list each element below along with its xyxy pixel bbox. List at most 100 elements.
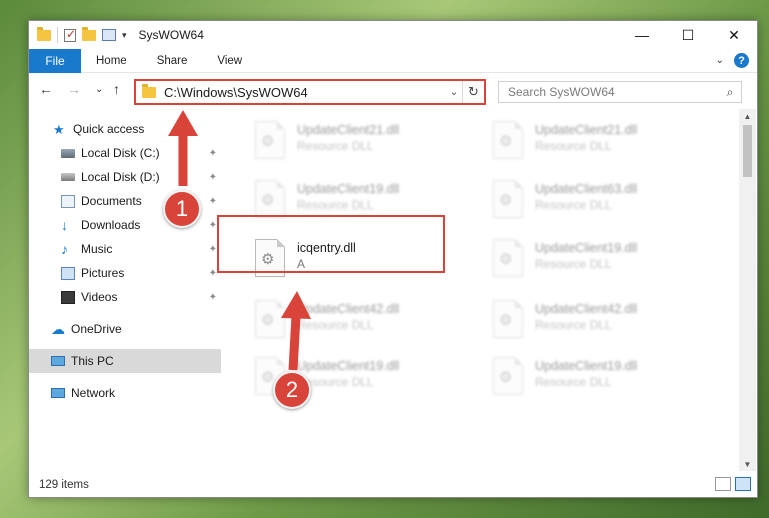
star-icon: ★	[53, 121, 65, 137]
close-button[interactable]: ✕	[711, 21, 757, 49]
gear-icon: ⚙	[499, 312, 513, 329]
computer-icon	[51, 356, 65, 366]
large-icons-view-icon[interactable]	[735, 477, 751, 491]
details-view-icon[interactable]	[715, 477, 731, 491]
file-type: Resource DLL	[535, 375, 612, 389]
file-name: UpdateClient21.dll	[535, 123, 638, 137]
callout-1: 1	[163, 190, 201, 228]
help-icon[interactable]: ?	[734, 53, 749, 68]
file-name: UpdateClient19.dll	[535, 241, 638, 255]
gear-icon: ⚙	[499, 192, 513, 209]
file-type: Resource DLL	[297, 375, 374, 389]
tab-view[interactable]: View	[202, 55, 257, 67]
file-type: Resource DLL	[535, 318, 612, 332]
dll-file-icon: ⚙	[255, 121, 285, 159]
file-item[interactable]: ⚙ UpdateClient19.dll Resource DLL	[485, 353, 705, 405]
nav-item-pictures[interactable]: Pictures ✦	[29, 261, 221, 285]
search-box[interactable]: ⌕	[498, 81, 742, 103]
address-row: ← → ⌄ ↑ C:\Windows\SysWOW64 ⌄ ↻ ⌕	[29, 77, 757, 107]
file-name: UpdateClient19.dll	[297, 359, 400, 373]
nav-item-label: Pictures	[81, 266, 125, 280]
gear-icon: ⚙	[499, 133, 513, 150]
scrollbar-thumb[interactable]	[743, 125, 752, 177]
nav-item-network[interactable]: Network	[29, 381, 221, 405]
nav-item-label: Local Disk (C:)	[81, 146, 160, 160]
file-item[interactable]: ⚙ UpdateClient19.dll Resource DLL	[485, 235, 705, 287]
ribbon-right-controls: ⌄ ?	[716, 53, 749, 68]
address-bar[interactable]: C:\Windows\SysWOW64 ⌄ ↻	[134, 79, 486, 105]
address-dropdown-icon[interactable]: ⌄	[446, 87, 462, 98]
file-list: ⚙ UpdateClient21.dll Resource DLL ⚙ Updat…	[225, 113, 739, 461]
gear-icon: ⚙	[261, 133, 275, 150]
nav-item-this-pc[interactable]: This PC	[29, 349, 221, 373]
file-name: UpdateClient19.dll	[535, 359, 638, 373]
recent-locations-button[interactable]: ⌄	[95, 84, 103, 95]
customize-toolbar-icon[interactable]: ▾	[122, 30, 127, 41]
tab-file[interactable]: File	[29, 48, 81, 73]
title-bar: ▾ SysWOW64 — ☐ ✕	[29, 21, 757, 49]
scroll-down-icon[interactable]: ▼	[739, 457, 756, 471]
minimize-button[interactable]: —	[619, 21, 665, 49]
gear-icon: ⚙	[261, 312, 275, 329]
file-item[interactable]: ⚙ UpdateClient42.dll Resource DLL	[247, 296, 467, 348]
nav-item-videos[interactable]: Videos ✦	[29, 285, 221, 309]
maximize-button[interactable]: ☐	[665, 21, 711, 49]
nav-item-local-disk-c[interactable]: Local Disk (C:) ✦	[29, 141, 221, 165]
properties-icon[interactable]	[102, 29, 116, 41]
callout-2: 2	[273, 371, 311, 409]
nav-item-label: Local Disk (D:)	[81, 170, 160, 184]
drive-icon	[61, 173, 75, 181]
status-bar: 129 items	[29, 473, 757, 497]
properties-check-icon[interactable]	[64, 27, 76, 42]
dll-file-icon: ⚙	[493, 121, 523, 159]
file-type: Resource DLL	[297, 139, 374, 153]
quick-access-toolbar: ▾	[29, 26, 127, 43]
tab-home[interactable]: Home	[81, 55, 142, 67]
pin-icon: ✦	[208, 171, 217, 183]
search-icon[interactable]: ⌕	[719, 85, 741, 100]
gear-icon: ⚙	[499, 369, 513, 386]
nav-item-label: Quick access	[73, 122, 145, 136]
gear-icon: ⚙	[499, 251, 513, 268]
pin-icon: ✦	[208, 147, 217, 159]
gear-icon: ⚙	[261, 369, 275, 386]
scroll-up-icon[interactable]: ▲	[739, 109, 756, 123]
new-folder-icon[interactable]	[82, 26, 96, 41]
file-item[interactable]: ⚙ UpdateClient42.dll Resource DLL	[485, 296, 705, 348]
nav-item-onedrive[interactable]: ☁ OneDrive	[29, 317, 221, 341]
file-item[interactable]: ⚙ UpdateClient63.dll Resource DLL	[485, 176, 705, 228]
nav-item-label: Music	[81, 242, 113, 256]
dll-file-icon: ⚙	[493, 357, 523, 395]
folder-icon	[37, 26, 51, 41]
forward-button[interactable]: →	[67, 81, 81, 97]
gear-icon: ⚙	[261, 192, 275, 209]
back-button[interactable]: ←	[39, 81, 53, 97]
address-path[interactable]: C:\Windows\SysWOW64	[164, 85, 446, 100]
download-icon: ↓	[61, 216, 68, 233]
nav-item-music[interactable]: ♪ Music ✦	[29, 237, 221, 261]
dll-file-icon: ⚙	[493, 180, 523, 218]
dll-file-icon: ⚙	[255, 180, 285, 218]
nav-item-quick-access[interactable]: ★ Quick access	[29, 117, 221, 141]
drive-icon	[61, 148, 75, 158]
file-type: Resource DLL	[297, 198, 374, 212]
search-input[interactable]	[508, 85, 719, 99]
nav-item-local-disk-d[interactable]: Local Disk (D:) ✦	[29, 165, 221, 189]
window-title: SysWOW64	[138, 28, 204, 42]
dll-file-icon: ⚙	[493, 300, 523, 338]
pin-icon: ✦	[208, 291, 217, 303]
nav-item-label: Videos	[81, 290, 118, 304]
music-icon: ♪	[61, 240, 68, 257]
folder-icon	[142, 83, 156, 98]
expand-ribbon-icon[interactable]: ⌄	[716, 55, 724, 66]
refresh-icon[interactable]: ↻	[462, 81, 484, 103]
nav-item-label: Downloads	[81, 218, 141, 232]
up-button[interactable]: ↑	[113, 81, 120, 97]
file-item[interactable]: ⚙ UpdateClient21.dll Resource DLL	[485, 117, 705, 169]
pin-icon: ✦	[208, 195, 217, 207]
vertical-scrollbar[interactable]: ▲ ▼	[739, 109, 756, 471]
documents-icon	[61, 194, 75, 208]
navigation-pane: ★ Quick access Local Disk (C:) ✦ Local D…	[29, 113, 221, 461]
file-item[interactable]: ⚙ UpdateClient21.dll Resource DLL	[247, 117, 467, 169]
tab-share[interactable]: Share	[142, 55, 203, 67]
